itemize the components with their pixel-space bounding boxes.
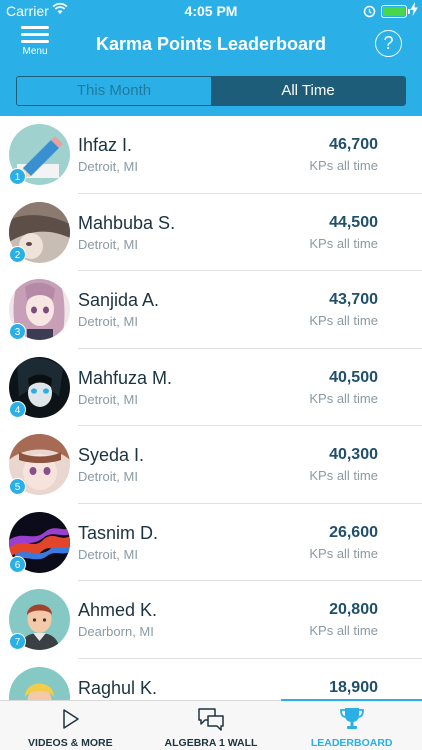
status-time: 4:05 PM xyxy=(184,3,238,19)
points-label: KPs all time xyxy=(309,623,378,638)
karma-points: 20,800 xyxy=(329,601,378,618)
points-label: KPs all time xyxy=(309,313,378,328)
question-mark-icon: ? xyxy=(383,33,394,53)
karma-points: 43,700 xyxy=(329,291,378,308)
app-header: Carrier 4:05 PM Menu Karma Points Leader… xyxy=(0,0,422,116)
user-location: Dearborn, MI xyxy=(78,624,154,639)
points-label: KPs all time xyxy=(309,545,378,561)
karma-points: 26,600 xyxy=(329,523,378,541)
period-segmented-control: This Month All Time xyxy=(16,76,406,106)
points-label: KPs all time xyxy=(309,235,378,251)
points-label: KPs all time xyxy=(309,468,378,483)
play-icon xyxy=(63,709,80,729)
karma-points: 46,700 xyxy=(329,136,378,153)
leaderboard-row[interactable]: 6 Tasnim D. Detroit, MI 26,600 KPs all t… xyxy=(0,504,422,581)
user-name: Ahmed K. xyxy=(78,600,158,620)
user-name: Raghul K. xyxy=(78,677,158,698)
bottom-tab-bar: VIDEOS & MORE ALGEBRA 1 WALL LEADERBOARD xyxy=(0,699,422,750)
user-location: Detroit, MI xyxy=(78,469,138,484)
tab-label: LEADERBOARD xyxy=(310,737,393,749)
user-location: Detroit, MI xyxy=(78,236,138,252)
user-location: Detroit, MI xyxy=(78,391,138,407)
rank-badge: 2 xyxy=(9,245,26,263)
user-location: Detroit, MI xyxy=(78,159,138,174)
tab-algebra-1-wall[interactable]: ALGEBRA 1 WALL xyxy=(141,701,282,750)
karma-points: 18,900 xyxy=(329,678,378,696)
battery-icon xyxy=(381,5,410,18)
rank-badge: 1 xyxy=(9,168,26,185)
segment-all-time[interactable]: All Time xyxy=(211,77,405,105)
rank-badge: 4 xyxy=(9,400,26,418)
leaderboard-row[interactable]: 2 Mahbuba S. Detroit, MI 44,500 KPs all … xyxy=(0,194,422,271)
leaderboard-row[interactable]: 7 Ahmed K. Dearborn, MI 20,800 KPs all t… xyxy=(0,581,422,659)
chat-bubbles-icon xyxy=(198,708,224,731)
user-name: Ihfaz I. xyxy=(78,135,133,155)
avatar xyxy=(9,666,70,700)
rank-badge: 7 xyxy=(9,633,26,650)
tab-videos-and-more[interactable]: VIDEOS & MORE xyxy=(0,701,141,750)
tab-label: ALGEBRA 1 WALL xyxy=(164,737,258,749)
user-name: Tasnim D. xyxy=(78,522,159,543)
user-name: Mahbuba S. xyxy=(78,212,176,233)
karma-points: 40,500 xyxy=(329,368,378,386)
status-bar: Carrier 4:05 PM xyxy=(0,0,422,22)
leaderboard-row[interactable]: 1 Ihfaz I. Detroit, MI 46,700 KPs all ti… xyxy=(0,116,422,194)
leaderboard-list[interactable]: 1 Ihfaz I. Detroit, MI 46,700 KPs all ti… xyxy=(0,116,422,700)
karma-points: 44,500 xyxy=(329,213,378,231)
leaderboard-row[interactable]: 4 Mahfuza M. Detroit, MI 40,500 KPs all … xyxy=(0,349,422,426)
user-name: Sanjida A. xyxy=(78,290,160,310)
leaderboard-row[interactable]: 3 Sanjida A. Detroit, MI 43,700 KPs all … xyxy=(0,271,422,349)
karma-points: 40,300 xyxy=(329,446,378,463)
tab-label: VIDEOS & MORE xyxy=(28,737,113,749)
points-label: KPs all time xyxy=(309,390,378,406)
user-location: Detroit, MI xyxy=(78,546,138,562)
page-title: Karma Points Leaderboard xyxy=(95,34,327,54)
points-label: KPs all time xyxy=(309,158,378,173)
charging-bolt-icon xyxy=(410,2,418,16)
rank-badge: 5 xyxy=(9,478,26,495)
user-location: Detroit, MI xyxy=(78,314,138,329)
leaderboard-row[interactable]: 5 Syeda I. Detroit, MI 40,300 KPs all ti… xyxy=(0,426,422,504)
rank-badge: 3 xyxy=(9,323,26,340)
user-name: Mahfuza M. xyxy=(78,367,173,388)
leaderboard-row[interactable]: Raghul K. 18,900 xyxy=(0,659,422,700)
trophy-icon xyxy=(339,708,364,729)
user-name: Syeda I. xyxy=(78,445,145,465)
help-button[interactable]: ? xyxy=(375,30,402,57)
tab-leaderboard[interactable]: LEADERBOARD xyxy=(281,699,422,750)
alarm-icon xyxy=(363,5,376,18)
segment-this-month[interactable]: This Month xyxy=(17,77,211,105)
cartoon-blonde-avatar xyxy=(9,666,70,700)
rank-badge: 6 xyxy=(9,555,26,573)
